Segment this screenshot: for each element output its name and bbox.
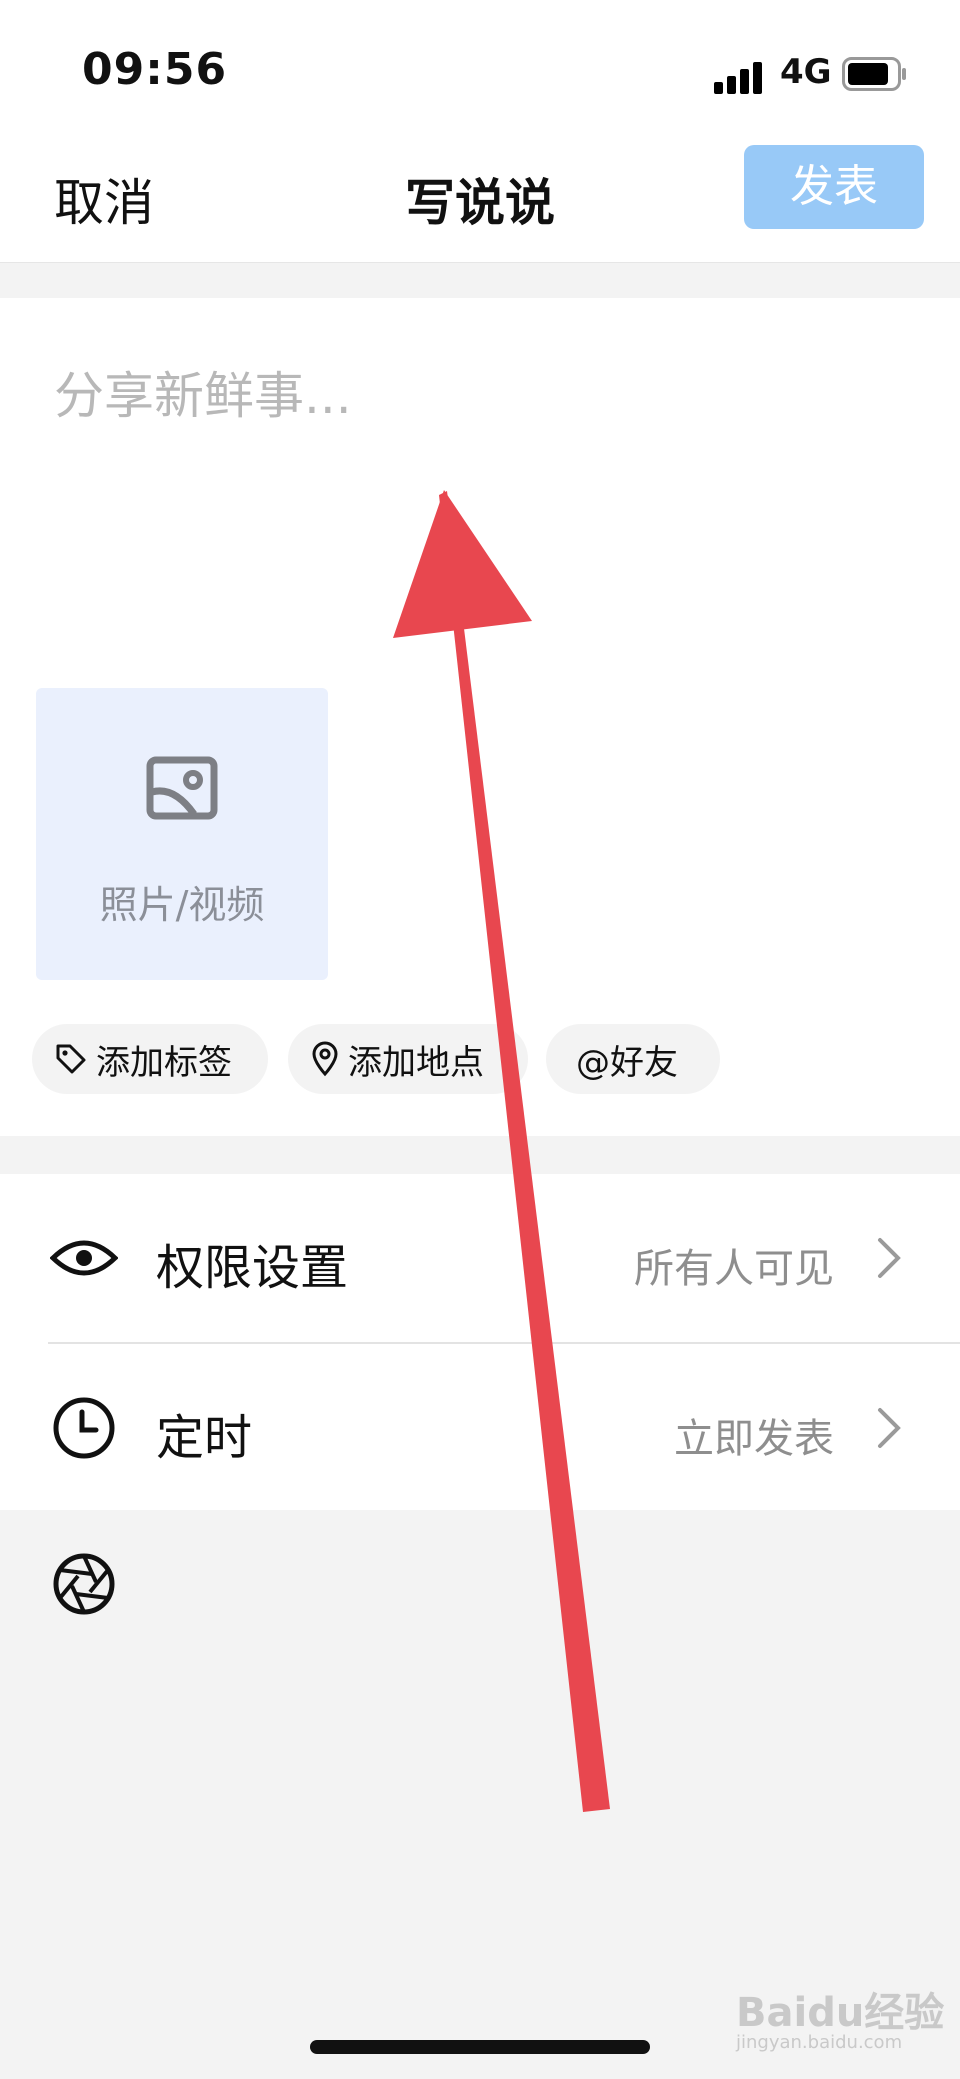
watermark-main: Baidu经验 (736, 1990, 945, 2036)
post-text-input[interactable] (54, 336, 904, 456)
schedule-label: 定时 (156, 1410, 253, 1466)
mention-friend-chip[interactable]: @好友 (546, 1024, 720, 1094)
permission-value: 所有人可见 (634, 1246, 834, 1292)
network-label: 4G (780, 52, 832, 92)
clock-icon (53, 1397, 115, 1459)
location-pin-icon (312, 1041, 338, 1077)
camera-aperture-icon[interactable] (52, 1552, 116, 1616)
battery-icon (842, 57, 906, 91)
add-media-button[interactable] (36, 688, 328, 980)
publish-button[interactable]: 发表 (744, 145, 924, 229)
baidu-watermark: Baidu经验 jingyan.baidu.com (736, 1980, 956, 2060)
photo-icon (146, 756, 218, 820)
chevron-right-icon (878, 1238, 901, 1278)
add-location-chip[interactable]: 添加地点 (288, 1024, 528, 1094)
schedule-value: 立即发表 (674, 1416, 834, 1462)
watermark-sub: jingyan.baidu.com (736, 2032, 903, 2053)
signal-icon (714, 58, 768, 94)
permission-label: 权限设置 (156, 1240, 349, 1296)
add-location-label: 添加地点 (348, 1042, 484, 1083)
add-tag-chip[interactable]: 添加标签 (32, 1024, 268, 1094)
add-tag-label: 添加标签 (96, 1042, 232, 1083)
mention-friend-label: @好友 (576, 1042, 678, 1083)
tag-icon (56, 1044, 86, 1074)
eye-icon (50, 1240, 118, 1276)
home-indicator (310, 2040, 650, 2054)
media-label: 照片/视频 (99, 883, 265, 927)
chevron-right-icon (878, 1408, 901, 1448)
status-time: 09:56 (82, 44, 228, 95)
